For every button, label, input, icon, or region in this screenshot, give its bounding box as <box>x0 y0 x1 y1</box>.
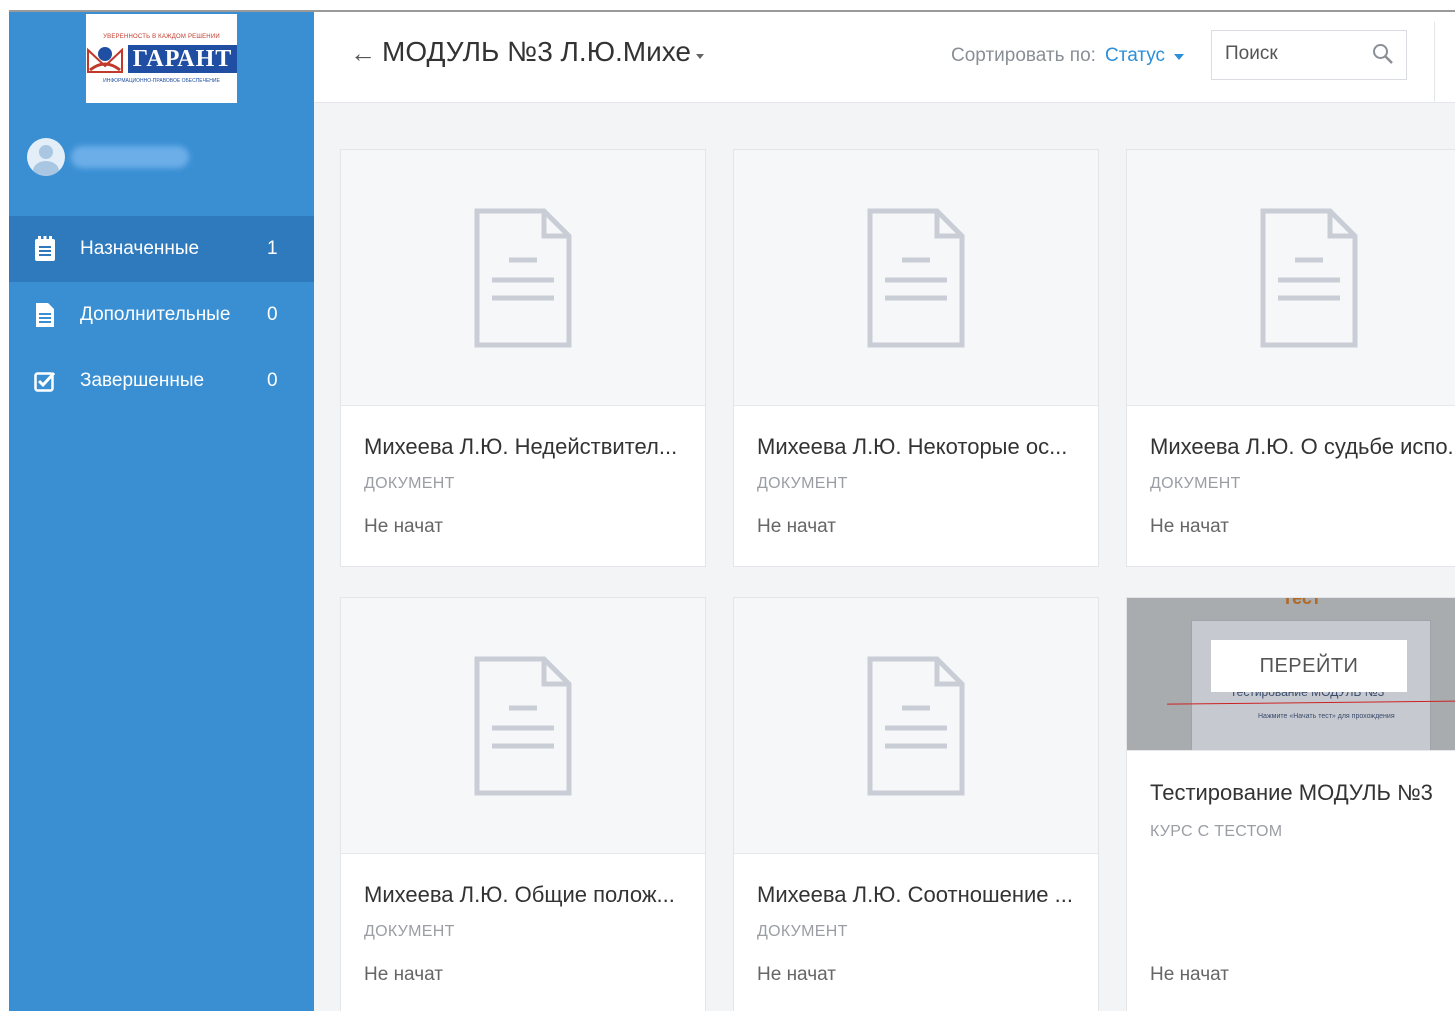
course-card[interactable]: Михеева Л.Ю. О судьбе испо... ДОКУМЕНТ Н… <box>1126 149 1455 567</box>
document-icon <box>867 208 965 347</box>
search-box[interactable] <box>1211 30 1407 80</box>
sort-label: Сортировать по: <box>951 45 1096 66</box>
card-thumbnail[interactable] <box>734 150 1098 406</box>
document-icon <box>34 303 56 327</box>
sort-dropdown[interactable]: Статус <box>1105 45 1165 67</box>
sidebar-item-label: Назначенные <box>80 238 200 259</box>
back-arrow-icon[interactable]: ← <box>350 38 376 69</box>
user-profile[interactable] <box>27 138 189 176</box>
logo-subtitle: ИНФОРМАЦИОННО-ПРАВОВОЕ ОБЕСПЕЧЕНИЕ <box>103 77 220 84</box>
sidebar-nav: Назначенные 1 Дополнительные 0 Завершенн… <box>9 216 314 414</box>
course-card[interactable]: Михеева Л.Ю. Недействител... ДОКУМЕНТ Не… <box>340 149 706 567</box>
card-type: КУРС С ТЕСТОМ <box>1150 823 1283 840</box>
page-title[interactable]: МОДУЛЬ №3 Л.Ю.Михеева <box>382 36 690 68</box>
logo-main: ГАРАНТ <box>86 44 238 74</box>
card-type: ДОКУМЕНТ <box>757 475 848 492</box>
user-name-blurred <box>71 146 189 168</box>
preview-heading: Тест <box>1282 598 1321 608</box>
card-title[interactable]: Михеева Л.Ю. Некоторые ос... <box>757 434 1067 460</box>
document-icon <box>867 656 965 795</box>
header-divider <box>1434 22 1435 102</box>
sidebar-item-count: 0 <box>267 304 278 325</box>
garant-logo[interactable]: УВЕРЕННОСТЬ В КАЖДОМ РЕШЕНИИ ГАРАНТ ИНФО… <box>86 14 238 103</box>
search-icon[interactable] <box>1372 43 1394 65</box>
card-title[interactable]: Михеева Л.Ю. Общие полож... <box>364 882 675 908</box>
sidebar-item-assigned[interactable]: Назначенные 1 <box>9 216 314 282</box>
card-title[interactable]: Михеева Л.Ю. Недействител... <box>364 434 677 460</box>
card-thumbnail-preview[interactable]: Тестирование МОДУЛЬ №3 Нажмите «Начать т… <box>1127 598 1455 751</box>
sidebar-item-label: Дополнительные <box>80 304 231 325</box>
search-input[interactable] <box>1212 31 1362 77</box>
checkbox-icon <box>34 369 56 393</box>
go-button[interactable]: ПЕРЕЙТИ <box>1211 640 1407 692</box>
sidebar-item-count: 1 <box>267 238 278 259</box>
app-window: УВЕРЕННОСТЬ В КАЖДОМ РЕШЕНИИ ГАРАНТ ИНФО… <box>9 10 1455 1011</box>
logo-tagline: УВЕРЕННОСТЬ В КАЖДОМ РЕШЕНИИ <box>103 33 220 40</box>
card-type: ДОКУМЕНТ <box>364 475 455 492</box>
sidebar-item-count: 0 <box>267 370 278 391</box>
card-type: ДОКУМЕНТ <box>364 923 455 940</box>
card-thumbnail[interactable] <box>341 150 705 406</box>
card-status: Не начат <box>364 964 443 985</box>
title-dropdown-icon[interactable] <box>696 54 704 59</box>
card-status: Не начат <box>757 964 836 985</box>
card-status: Не начат <box>364 516 443 537</box>
avatar <box>27 138 65 176</box>
card-thumbnail[interactable] <box>734 598 1098 854</box>
document-icon <box>1260 208 1358 347</box>
logo-word: ГАРАНТ <box>127 44 238 73</box>
sidebar: УВЕРЕННОСТЬ В КАЖДОМ РЕШЕНИИ ГАРАНТ ИНФО… <box>9 12 314 1011</box>
card-title[interactable]: Михеева Л.Ю. О судьбе испо... <box>1150 434 1455 460</box>
sidebar-item-additional[interactable]: Дополнительные 0 <box>9 282 314 348</box>
clipboard-icon <box>34 236 56 261</box>
sidebar-item-completed[interactable]: Завершенные 0 <box>9 348 314 414</box>
card-status: Не начат <box>1150 964 1229 985</box>
sidebar-item-label: Завершенные <box>80 370 205 391</box>
card-thumbnail[interactable] <box>341 598 705 854</box>
card-type: ДОКУМЕНТ <box>757 923 848 940</box>
preview-subtitle: Нажмите «Начать тест» для прохождения <box>1258 713 1395 720</box>
sort-caret-icon[interactable] <box>1174 54 1184 60</box>
test-course-card[interactable]: Тестирование МОДУЛЬ №3 Нажмите «Начать т… <box>1126 597 1455 1011</box>
card-status: Не начат <box>1150 516 1229 537</box>
card-title[interactable]: Тестирование МОДУЛЬ №3 <box>1150 780 1433 806</box>
course-card[interactable]: Михеева Л.Ю. Соотношение ... ДОКУМЕНТ Не… <box>733 597 1099 1011</box>
card-type: ДОКУМЕНТ <box>1150 475 1241 492</box>
top-header: ← МОДУЛЬ №3 Л.Ю.Михеева Сортировать по: … <box>314 12 1455 103</box>
card-thumbnail[interactable] <box>1127 150 1455 406</box>
card-title[interactable]: Михеева Л.Ю. Соотношение ... <box>757 882 1073 908</box>
course-card[interactable]: Михеева Л.Ю. Некоторые ос... ДОКУМЕНТ Не… <box>733 149 1099 567</box>
document-icon <box>474 656 572 795</box>
course-card[interactable]: Михеева Л.Ю. Общие полож... ДОКУМЕНТ Не … <box>340 597 706 1011</box>
card-status: Не начат <box>757 516 836 537</box>
document-icon <box>474 208 572 347</box>
logo-emblem-icon <box>86 46 123 73</box>
